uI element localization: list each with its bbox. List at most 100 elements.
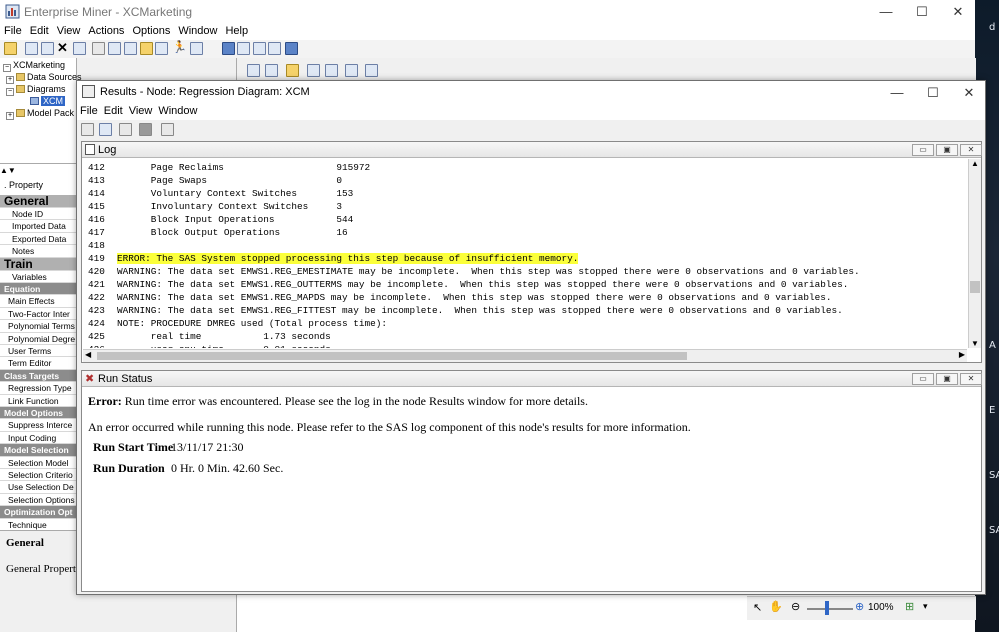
property-row[interactable]: Node ID [0, 208, 77, 221]
collapse-icon[interactable]: − [3, 64, 11, 72]
zoom-in-icon[interactable]: ⊕ [855, 600, 864, 613]
log-line: 423 WARNING: The data set EMWS1.REG_FITTE… [83, 304, 843, 317]
document-icon[interactable] [73, 42, 86, 55]
results-menu-window[interactable]: Window [155, 103, 200, 117]
results-maximize-button[interactable]: ☐ [913, 81, 953, 104]
property-row[interactable]: Two-Factor Inter [0, 308, 77, 321]
node-icon[interactable] [345, 64, 358, 77]
node-icon[interactable] [365, 64, 378, 77]
property-row[interactable]: Selection Model [0, 457, 77, 469]
properties-icon[interactable] [81, 123, 94, 136]
property-row[interactable]: Regression Type [0, 382, 77, 395]
tree-item-xcm[interactable]: XCM [30, 96, 65, 108]
node-icon[interactable] [286, 64, 299, 77]
menu-file[interactable]: File [0, 23, 26, 37]
scroll-thumb[interactable] [97, 352, 687, 360]
scroll-thumb[interactable] [970, 281, 980, 293]
node-icon[interactable] [265, 64, 278, 77]
node-icon[interactable] [307, 64, 320, 77]
close-button[interactable]: ✕ [938, 0, 978, 23]
property-row[interactable]: Polynomial Degre [0, 333, 77, 345]
menu-options[interactable]: Options [128, 23, 174, 37]
grid-icon[interactable] [92, 42, 105, 55]
results-menu-file[interactable]: File [77, 103, 101, 117]
expand-icon[interactable]: + [6, 76, 14, 84]
property-row[interactable]: Input Coding [0, 432, 77, 445]
panel-splitter[interactable]: ▲▼ [0, 166, 77, 175]
property-row[interactable]: Exported Data [0, 233, 77, 246]
users-icon[interactable] [253, 42, 266, 55]
tree-item-diagrams[interactable]: − Diagrams [6, 84, 66, 96]
log-vertical-scrollbar[interactable]: ▲ ▼ [968, 159, 981, 348]
log-line: 425 real time 1.73 seconds [83, 330, 331, 343]
property-row[interactable]: Use Selection De [0, 481, 77, 494]
menu-window[interactable]: Window [174, 23, 221, 37]
minimize-button[interactable]: — [866, 0, 906, 23]
property-row[interactable]: User Terms [0, 345, 77, 358]
book-icon[interactable] [285, 42, 298, 55]
node-icon[interactable] [325, 64, 338, 77]
pane-minimize-button[interactable]: ▭ [912, 144, 934, 156]
scroll-left-icon[interactable]: ◀ [85, 350, 91, 359]
node-icon[interactable] [247, 64, 260, 77]
new-icon[interactable] [4, 42, 17, 55]
chart-icon[interactable] [124, 42, 137, 55]
results-icon[interactable] [140, 42, 153, 55]
pane-close-button[interactable]: ✕ [960, 144, 982, 156]
log-content[interactable]: 412 Page Reclaims 915972 413 Page Swaps 0… [83, 159, 967, 348]
results-menu-edit[interactable]: Edit [101, 103, 126, 117]
view-icon[interactable] [155, 42, 168, 55]
refresh-icon[interactable] [222, 42, 235, 55]
copy-icon[interactable] [25, 42, 38, 55]
expand-icon[interactable]: + [6, 112, 14, 120]
results-minimize-button[interactable]: — [877, 81, 917, 104]
run-icon[interactable]: 🏃 [172, 40, 187, 54]
menu-view[interactable]: View [53, 23, 85, 37]
property-row[interactable]: Selection Options [0, 494, 77, 507]
select-cursor-icon[interactable]: ↖ [753, 601, 762, 614]
scroll-up-icon[interactable]: ▲ [971, 159, 979, 168]
help-icon[interactable] [268, 42, 281, 55]
results-close-button[interactable]: ✕ [949, 81, 989, 104]
save-icon[interactable] [139, 123, 152, 136]
collapse-icon[interactable]: − [6, 88, 14, 96]
layout-icon[interactable]: ⊞ [905, 600, 914, 613]
maximize-button[interactable]: ☐ [902, 0, 942, 23]
property-row[interactable]: Variables [0, 271, 77, 283]
property-row[interactable]: Polynomial Terms [0, 320, 77, 333]
property-row[interactable]: Suppress Interce [0, 419, 77, 432]
scroll-right-icon[interactable]: ▶ [959, 350, 965, 359]
results-menu-view[interactable]: View [126, 103, 156, 117]
pane-minimize-button[interactable]: ▭ [912, 373, 934, 385]
settings-icon[interactable] [237, 42, 250, 55]
property-row[interactable]: Main Effects [0, 295, 77, 308]
tool-icon[interactable] [161, 123, 174, 136]
property-row[interactable]: Imported Data [0, 220, 77, 233]
print-icon[interactable] [119, 123, 132, 136]
tree-item-data-sources[interactable]: + Data Sources [6, 72, 82, 84]
explore-icon[interactable] [108, 42, 121, 55]
property-row[interactable]: Selection Criterio [0, 469, 77, 482]
zoom-slider[interactable] [807, 608, 853, 610]
property-row[interactable]: Term Editor [0, 357, 77, 370]
stop-icon[interactable] [190, 42, 203, 55]
log-horizontal-scrollbar[interactable]: ◀ ▶ [83, 349, 967, 362]
pane-restore-button[interactable]: ▣ [936, 144, 958, 156]
menu-edit[interactable]: Edit [26, 23, 53, 37]
pan-hand-icon[interactable]: ✋ [769, 600, 783, 613]
chevron-down-icon[interactable]: ▾ [923, 601, 928, 612]
tree-item-model-packages[interactable]: + Model Pack [6, 108, 74, 120]
property-row[interactable]: Link Function [0, 395, 77, 407]
delete-icon[interactable]: ✕ [57, 40, 68, 56]
menu-help[interactable]: Help [221, 23, 252, 37]
scroll-down-icon[interactable]: ▼ [971, 339, 979, 348]
copy-icon[interactable] [99, 123, 112, 136]
pane-close-button[interactable]: ✕ [960, 373, 982, 385]
tree-item-project[interactable]: − XCMarketing [3, 60, 65, 72]
menu-actions[interactable]: Actions [84, 23, 128, 37]
pane-restore-button[interactable]: ▣ [936, 373, 958, 385]
zoom-slider-handle[interactable] [825, 601, 829, 615]
paste-icon[interactable] [41, 42, 54, 55]
zoom-out-icon[interactable]: ⊖ [791, 600, 800, 613]
property-row[interactable]: Notes [0, 245, 77, 258]
